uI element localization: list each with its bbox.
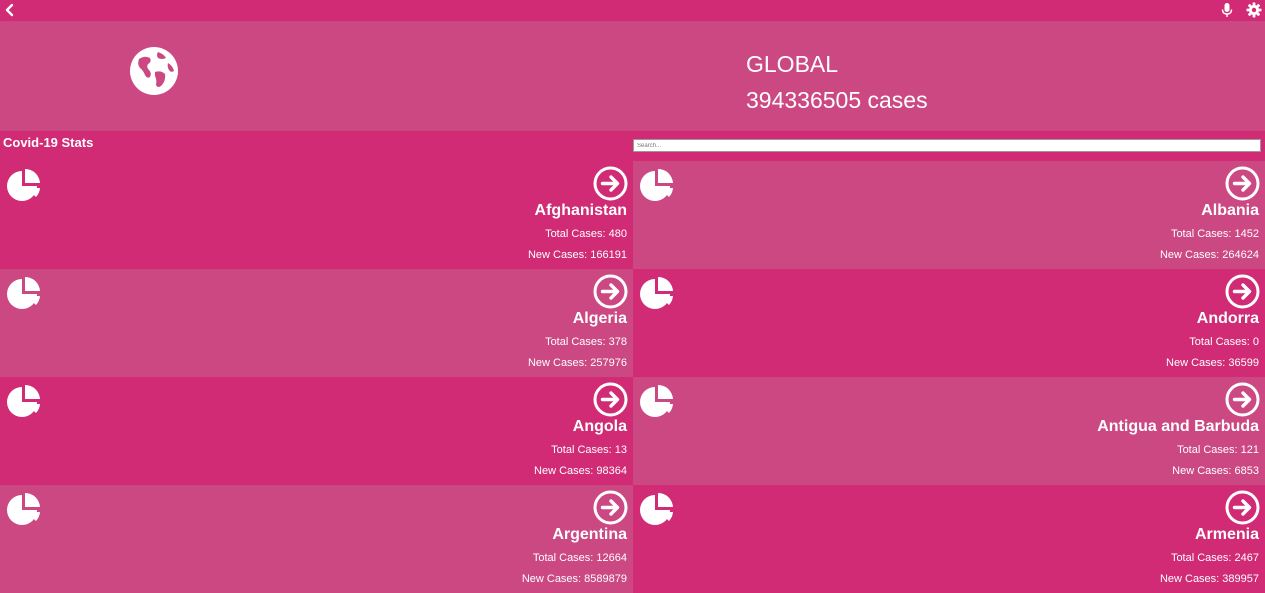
pie-chart-icon <box>640 168 673 201</box>
country-name: Argentina <box>552 526 627 543</box>
arrow-right-circle-icon[interactable] <box>593 166 628 201</box>
arrow-right-circle-icon[interactable] <box>593 274 628 309</box>
arrow-right-circle-icon[interactable] <box>1225 274 1260 309</box>
global-case-count: 394336505 cases <box>746 87 928 113</box>
total-cases: Total Cases: 378 <box>545 336 627 348</box>
country-card-argentina[interactable]: Argentina Total Cases: 12664 New Cases: … <box>0 485 633 593</box>
total-cases: Total Cases: 121 <box>1177 444 1259 456</box>
arrow-right-circle-icon[interactable] <box>1225 166 1260 201</box>
new-cases: New Cases: 8589879 <box>521 573 627 585</box>
country-card-angola[interactable]: Angola Total Cases: 13 New Cases: 98364 <box>0 377 633 485</box>
section-title: Covid-19 Stats <box>3 135 94 150</box>
arrow-right-circle-icon[interactable] <box>593 382 628 417</box>
country-name: Antigua and Barbuda <box>1097 418 1259 435</box>
country-name: Angola <box>572 418 627 435</box>
new-cases: New Cases: 6853 <box>1172 465 1259 477</box>
new-cases: New Cases: 389957 <box>1159 573 1259 585</box>
country-card-antigua-and-barbuda[interactable]: Antigua and Barbuda Total Cases: 121 New… <box>633 377 1265 485</box>
country-card-algeria[interactable]: Algeria Total Cases: 378 New Cases: 2579… <box>0 269 633 377</box>
new-cases: New Cases: 98364 <box>534 465 627 477</box>
country-card-afghanistan[interactable]: Afghanistan Total Cases: 480 New Cases: … <box>0 161 633 269</box>
new-cases: New Cases: 264624 <box>1159 249 1259 261</box>
country-name: Algeria <box>572 310 627 327</box>
total-cases: Total Cases: 1452 <box>1170 228 1259 240</box>
country-name: Albania <box>1201 202 1259 219</box>
country-card-andorra[interactable]: Andorra Total Cases: 0 New Cases: 36599 <box>633 269 1265 377</box>
total-cases: Total Cases: 13 <box>551 444 627 456</box>
globe-icon <box>130 47 178 95</box>
new-cases: New Cases: 166191 <box>527 249 627 261</box>
country-card-armenia[interactable]: Armenia Total Cases: 2467 New Cases: 389… <box>633 485 1265 593</box>
global-title: GLOBAL <box>746 51 839 77</box>
country-name: Andorra <box>1196 310 1259 327</box>
pie-chart-icon <box>7 276 40 309</box>
chevron-left-icon[interactable] <box>3 3 17 17</box>
country-card-albania[interactable]: Albania Total Cases: 1452 New Cases: 264… <box>633 161 1265 269</box>
arrow-right-circle-icon[interactable] <box>1225 490 1260 525</box>
search-input[interactable] <box>633 139 1261 152</box>
country-name: Afghanistan <box>534 202 627 219</box>
arrow-right-circle-icon[interactable] <box>593 490 628 525</box>
total-cases: Total Cases: 480 <box>545 228 627 240</box>
pie-chart-icon <box>640 384 673 417</box>
country-name: Armenia <box>1194 526 1259 543</box>
pie-chart-icon <box>7 168 40 201</box>
pie-chart-icon <box>640 492 673 525</box>
gear-icon[interactable] <box>1246 2 1262 18</box>
new-cases: New Cases: 257976 <box>527 357 627 369</box>
top-bar <box>0 0 1265 21</box>
new-cases: New Cases: 36599 <box>1166 357 1259 369</box>
microphone-icon[interactable] <box>1220 2 1234 18</box>
pie-chart-icon <box>7 492 40 525</box>
total-cases: Total Cases: 2467 <box>1170 552 1259 564</box>
global-summary: GLOBAL 394336505 cases <box>0 21 1265 131</box>
pie-chart-icon <box>640 276 673 309</box>
total-cases: Total Cases: 12664 <box>532 552 627 564</box>
total-cases: Total Cases: 0 <box>1189 336 1259 348</box>
arrow-right-circle-icon[interactable] <box>1225 382 1260 417</box>
pie-chart-icon <box>7 384 40 417</box>
